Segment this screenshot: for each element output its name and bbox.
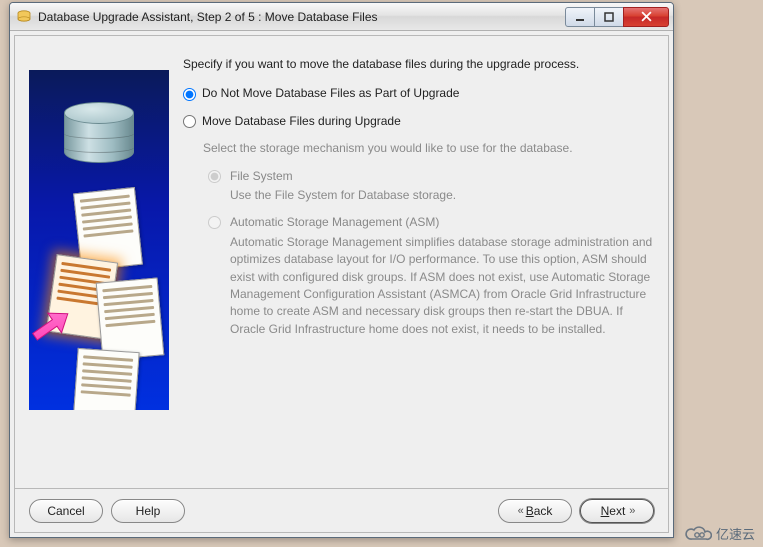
wizard-graphic	[29, 70, 169, 410]
asm-desc: Automatic Storage Management simplifies …	[230, 234, 654, 338]
back-button[interactable]: « Back	[498, 499, 572, 523]
main-pane: Specify if you want to move the database…	[183, 50, 654, 482]
cancel-button[interactable]: Cancel	[29, 499, 103, 523]
option-label: Do Not Move Database Files as Part of Up…	[202, 85, 459, 102]
cloud-icon	[684, 523, 712, 543]
app-icon	[16, 9, 32, 25]
asm-title: Automatic Storage Management (ASM)	[230, 214, 654, 231]
button-label: Cancel	[47, 504, 84, 518]
titlebar[interactable]: Database Upgrade Assistant, Step 2 of 5 …	[10, 3, 673, 31]
radio-move[interactable]	[183, 115, 196, 128]
option-asm: Automatic Storage Management (ASM) Autom…	[203, 214, 654, 338]
watermark: 亿速云	[684, 523, 755, 543]
button-label: Next	[601, 504, 626, 518]
fs-desc: Use the File System for Database storage…	[230, 187, 654, 204]
intro-text: Specify if you want to move the database…	[183, 56, 654, 73]
document-icon	[72, 348, 139, 410]
window-title: Database Upgrade Assistant, Step 2 of 5 …	[38, 10, 566, 24]
storage-intro: Select the storage mechanism you would l…	[203, 140, 654, 157]
next-button[interactable]: Next »	[580, 499, 654, 523]
option-label: Move Database Files during Upgrade	[202, 113, 401, 130]
chevron-right-icon: »	[629, 505, 633, 517]
content-frame: Specify if you want to move the database…	[14, 35, 669, 489]
radio-do-not-move[interactable]	[183, 88, 196, 101]
maximize-button[interactable]	[594, 7, 624, 27]
storage-subsection: Select the storage mechanism you would l…	[183, 140, 654, 338]
database-icon	[64, 102, 134, 172]
help-button[interactable]: Help	[111, 499, 185, 523]
client-area: Specify if you want to move the database…	[10, 31, 673, 537]
watermark-text: 亿速云	[716, 524, 755, 543]
radio-asm	[208, 216, 221, 229]
minimize-button[interactable]	[565, 7, 595, 27]
option-do-not-move[interactable]: Do Not Move Database Files as Part of Up…	[183, 85, 654, 102]
document-icon	[96, 277, 165, 360]
fs-title: File System	[230, 168, 654, 185]
dialog-window: Database Upgrade Assistant, Step 2 of 5 …	[9, 2, 674, 538]
button-bar: Cancel Help « Back Next »	[14, 489, 669, 533]
option-move[interactable]: Move Database Files during Upgrade	[183, 113, 654, 130]
chevron-left-icon: «	[518, 505, 522, 517]
button-label: Back	[526, 504, 553, 518]
close-button[interactable]	[623, 7, 669, 27]
window-controls	[566, 7, 669, 27]
button-label: Help	[136, 504, 161, 518]
option-file-system: File System Use the File System for Data…	[203, 168, 654, 205]
radio-file-system	[208, 170, 221, 183]
